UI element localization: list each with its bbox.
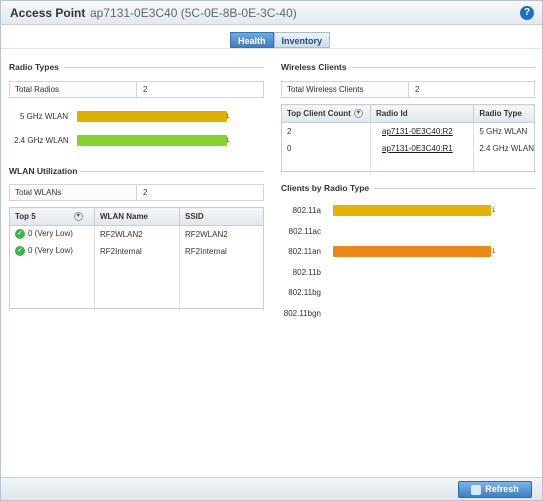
radio-bar-24ghz-value: 1 (226, 138, 230, 144)
table-border (9, 207, 264, 309)
section-divider (81, 171, 264, 172)
total-wireless-clients-label: Total Wireless Clients (282, 82, 409, 97)
chart-category-label: 802.11ac (288, 226, 321, 236)
radio-bar-5ghz (77, 111, 227, 122)
refresh-label: Refresh (485, 484, 519, 494)
chart-category-label: 802.11bg (288, 288, 321, 298)
page-title: Access Point (10, 6, 86, 20)
tab-inventory[interactable]: Inventory (273, 32, 331, 48)
clients-by-radio-type-title: Clients by Radio Type (281, 183, 370, 193)
section-divider (353, 67, 535, 68)
clients-by-radio-type-chart: 802.11a 1 802.11ac 802.11an 1 802.11b 802.11bg… (271, 199, 541, 329)
total-radios-value: 2 (143, 85, 148, 94)
radio-types-title: Radio Types (9, 62, 59, 72)
total-wlans-row: Total WLANs 2 (9, 184, 264, 201)
chart-category-label: 802.11a (292, 206, 321, 215)
chart-bar-value: 1 (492, 249, 496, 256)
tab-health[interactable]: Health (230, 32, 274, 48)
access-point-panel: Access Point ap7131-0E3C40 (5C-0E-8B-0E-… (0, 0, 543, 501)
wireless-clients-title: Wireless Clients (281, 62, 347, 72)
radio-bar-24ghz (77, 135, 227, 146)
section-divider (65, 67, 264, 68)
refresh-icon (471, 484, 482, 495)
total-wlans-value: 2 (143, 188, 148, 197)
total-radios-label: Total Radios (10, 82, 137, 97)
radio-bar-24ghz-fill (77, 135, 227, 146)
total-wireless-clients-row: Total Wireless Clients 2 (281, 81, 535, 98)
table-border (281, 104, 535, 172)
chart-bar (333, 205, 491, 216)
radio-bar-label-24ghz: 2.4 GHz WLAN (14, 136, 69, 145)
chart-category-label: 802.11b (292, 267, 321, 277)
device-identifier: ap7131-0E3C40 (5C-0E-8B-0E-3C-40) (90, 6, 297, 20)
radio-bar-5ghz-fill (77, 111, 227, 122)
help-icon[interactable]: ? (520, 6, 534, 20)
section-divider (374, 188, 535, 189)
refresh-button[interactable]: Refresh (458, 481, 532, 498)
total-radios-row: Total Radios 2 (9, 81, 264, 98)
title-bar: Access Point ap7131-0E3C40 (5C-0E-8B-0E-… (1, 1, 542, 25)
chart-bar (333, 246, 491, 258)
radio-bar-label-5ghz: 5 GHz WLAN (20, 112, 69, 121)
tab-underline (1, 48, 542, 49)
chart-category-label: 802.11an (288, 247, 321, 257)
total-wlans-label: Total WLANs (10, 185, 137, 200)
bottom-toolbar: Refresh (1, 477, 542, 500)
chart-bar-value: 1 (492, 208, 496, 214)
wlan-utilization-title: WLAN Utilization (9, 166, 78, 176)
chart-category-label: 802.11bgn (283, 309, 321, 318)
total-wireless-clients-value: 2 (415, 85, 420, 94)
radio-bar-5ghz-value: 1 (226, 114, 230, 120)
tab-strip: Health Inventory (230, 32, 331, 48)
